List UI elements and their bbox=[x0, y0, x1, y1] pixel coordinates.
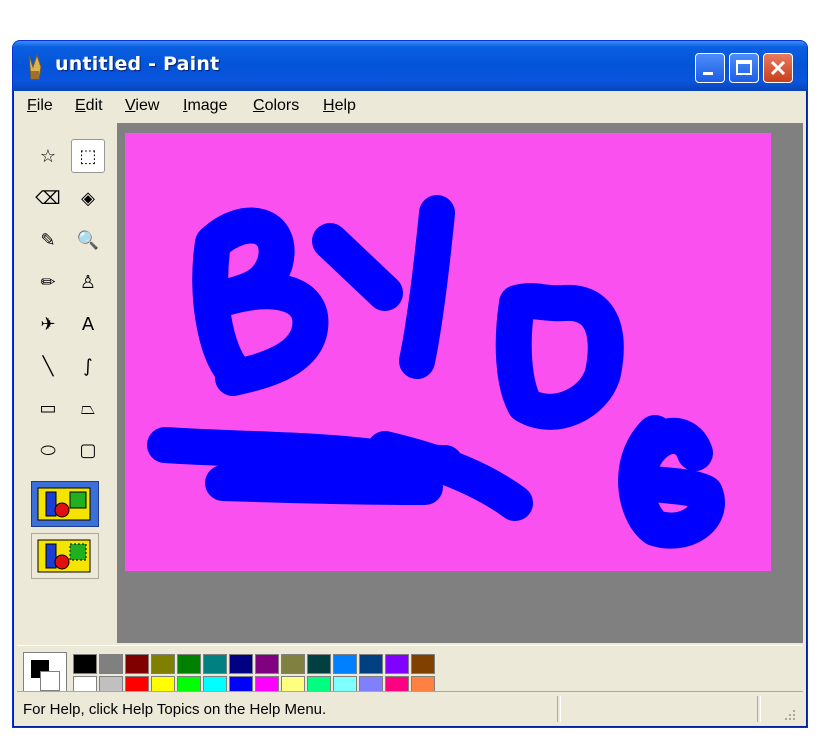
menu-bar: File Edit View Image Colors Help bbox=[17, 91, 803, 121]
title-bar[interactable]: untitled - Paint bbox=[13, 41, 807, 91]
status-divider bbox=[757, 696, 761, 722]
minimize-button[interactable] bbox=[695, 53, 725, 83]
airbrush-icon[interactable]: ✈ bbox=[31, 307, 65, 341]
polygon-icon[interactable]: ⏢ bbox=[71, 391, 105, 425]
rectangle-icon[interactable]: ▭ bbox=[31, 391, 65, 425]
menu-edit[interactable]: Edit bbox=[75, 97, 103, 115]
status-bar: For Help, click Help Topics on the Help … bbox=[17, 691, 803, 726]
client-area: ☆ ⬚ ⌫ ◈ ✎ 🔍 ✏ ♙ ✈ A ╲ ∫ ▭ ⏢ ⬭ ▢ bbox=[17, 123, 803, 643]
palette-swatch[interactable] bbox=[99, 654, 123, 674]
text-icon[interactable]: A bbox=[71, 307, 105, 341]
maximize-button[interactable] bbox=[729, 53, 759, 83]
menu-colors-label: olors bbox=[264, 97, 300, 114]
menu-file-label: ile bbox=[36, 97, 53, 114]
paint-app-icon bbox=[28, 53, 42, 80]
free-form-select-icon[interactable]: ☆ bbox=[31, 139, 65, 173]
stroke-underline-2 bbox=[205, 465, 443, 505]
palette-swatch[interactable] bbox=[411, 654, 435, 674]
palette-swatch[interactable] bbox=[359, 654, 383, 674]
menu-colors[interactable]: Colors bbox=[253, 97, 299, 115]
eraser-icon[interactable]: ⌫ bbox=[31, 181, 65, 215]
palette-swatch[interactable] bbox=[385, 654, 409, 674]
toolbox: ☆ ⬚ ⌫ ◈ ✎ 🔍 ✏ ♙ ✈ A ╲ ∫ ▭ ⏢ ⬭ ▢ bbox=[17, 123, 117, 643]
menu-edit-label: dit bbox=[85, 97, 103, 114]
stroke-letter-b bbox=[192, 207, 329, 396]
maximize-icon bbox=[736, 60, 752, 75]
menu-edit-accel: E bbox=[75, 97, 86, 114]
palette-swatch[interactable] bbox=[255, 654, 279, 674]
close-button[interactable] bbox=[763, 53, 793, 83]
menu-help[interactable]: Help bbox=[323, 97, 356, 115]
palette-swatch[interactable] bbox=[73, 654, 97, 674]
canvas-area bbox=[119, 123, 803, 643]
menu-image[interactable]: Image bbox=[183, 97, 227, 115]
palette-swatch[interactable] bbox=[177, 654, 201, 674]
paint-window: untitled - Paint File Edit View Image Co… bbox=[12, 40, 808, 728]
palette-swatch[interactable] bbox=[125, 654, 149, 674]
magnifier-icon[interactable]: 🔍 bbox=[71, 223, 105, 257]
pencil-icon[interactable]: ✏ bbox=[31, 265, 65, 299]
ellipse-icon[interactable]: ⬭ bbox=[31, 433, 65, 467]
status-divider bbox=[557, 696, 561, 722]
color-palette-bar bbox=[17, 645, 803, 698]
menu-file-accel: F bbox=[27, 97, 37, 114]
menu-help-accel: H bbox=[323, 97, 335, 114]
palette-swatch[interactable] bbox=[151, 654, 175, 674]
resize-grip-icon[interactable] bbox=[781, 706, 797, 722]
menu-colors-accel: C bbox=[253, 97, 265, 114]
menu-view-label: iew bbox=[135, 97, 160, 114]
stroke-letter-y-arm bbox=[312, 223, 403, 311]
transparent-selection-icon bbox=[37, 539, 91, 573]
palette-swatch[interactable] bbox=[203, 654, 227, 674]
palette-swatch[interactable] bbox=[307, 654, 331, 674]
stroke-letter-e bbox=[618, 415, 725, 549]
curve-icon[interactable]: ∫ bbox=[71, 349, 105, 383]
rounded-rectangle-icon[interactable]: ▢ bbox=[71, 433, 105, 467]
background-color bbox=[40, 671, 60, 691]
stroke-letter-o bbox=[495, 283, 624, 430]
select-icon[interactable]: ⬚ bbox=[71, 139, 105, 173]
palette-swatch[interactable] bbox=[281, 654, 305, 674]
opaque-selection-icon bbox=[37, 487, 91, 521]
menu-image-label: mage bbox=[187, 97, 228, 114]
brush-icon[interactable]: ♙ bbox=[71, 265, 105, 299]
menu-view-accel: V bbox=[125, 97, 136, 114]
transparency-option-transparent[interactable] bbox=[31, 533, 99, 579]
line-icon[interactable]: ╲ bbox=[31, 349, 65, 383]
fill-with-color-icon[interactable]: ◈ bbox=[71, 181, 105, 215]
menu-file[interactable]: File bbox=[27, 97, 53, 115]
menu-view[interactable]: View bbox=[125, 97, 159, 115]
palette-swatch[interactable] bbox=[229, 654, 253, 674]
window-title: untitled - Paint bbox=[55, 53, 220, 75]
close-icon bbox=[770, 60, 786, 76]
menu-help-label: elp bbox=[334, 97, 356, 114]
pick-color-icon[interactable]: ✎ bbox=[31, 223, 65, 257]
minimize-icon bbox=[703, 72, 713, 75]
palette-swatch[interactable] bbox=[333, 654, 357, 674]
stroke-letter-y-stem bbox=[399, 195, 455, 379]
canvas-drawing bbox=[147, 195, 725, 549]
transparency-option-opaque[interactable] bbox=[31, 481, 99, 527]
palette-swatches bbox=[73, 654, 435, 696]
drawing-canvas[interactable] bbox=[125, 133, 771, 571]
status-text: For Help, click Help Topics on the Help … bbox=[23, 701, 327, 718]
